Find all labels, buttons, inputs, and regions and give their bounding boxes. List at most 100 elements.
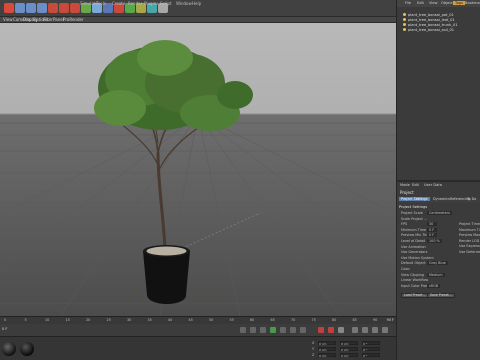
attributes-title: Project	[400, 190, 414, 195]
material-swatch-2[interactable]	[20, 342, 34, 356]
object-manager-tab-4[interactable]: Tags	[453, 1, 465, 5]
object-name: plant_tree_bonsai_soil_01	[408, 27, 455, 32]
timeline-end-readout: 90 F	[386, 318, 394, 322]
save-preset-button[interactable]: Save Preset...	[427, 293, 455, 298]
go-to-end-button[interactable]	[300, 327, 306, 333]
timeline-tick-label: 45	[188, 318, 193, 322]
attribute-value-field[interactable]: 0 F	[427, 227, 437, 232]
go-to-start-button[interactable]	[240, 327, 246, 333]
attribute-label: Scale Project ...	[401, 216, 428, 221]
toolbar-tool-icon[interactable]	[4, 3, 14, 13]
attributes-menu-1[interactable]: Edit	[412, 183, 419, 187]
toolbar-menu-6[interactable]: Window	[176, 1, 192, 6]
timeline-tick-label: 75	[311, 318, 316, 322]
object-manager-tabs: FileEditViewObjectsTagsBookmarks	[397, 0, 480, 7]
attribute-value-field[interactable]: sRGB	[427, 283, 441, 288]
attribute-value-field[interactable]: 30	[427, 222, 437, 227]
coord-values-field[interactable]: 0 cm	[318, 347, 336, 352]
timeline-tick-label: 15	[65, 318, 70, 322]
object-manager-tab-2[interactable]: View	[429, 1, 438, 5]
attribute-value-field[interactable]: Gray Blue	[427, 261, 448, 266]
material-swatch-1[interactable]	[2, 342, 16, 356]
toolbar-menu-2[interactable]: Create	[112, 1, 125, 6]
attributes-subtab-2[interactable]: Dynamics	[433, 197, 450, 201]
coord-size_values-field[interactable]: 0 cm	[340, 353, 358, 358]
attribute-label: Project Time	[459, 222, 480, 226]
attribute-label: Use Animation	[401, 244, 426, 249]
coord-rot_values-field[interactable]: 0 °	[362, 353, 380, 358]
toolbar-menu-7[interactable]: Help	[192, 1, 201, 6]
play-button[interactable]	[270, 327, 276, 333]
attribute-label: View Clipping	[401, 272, 424, 277]
coord-rot_values-field[interactable]: 0 °	[362, 341, 380, 346]
load-preset-button[interactable]: Load Preset...	[401, 293, 429, 298]
attribute-label: Color	[401, 267, 410, 271]
attribute-label: Use Generators	[401, 250, 428, 255]
scale-key-button[interactable]	[362, 327, 368, 333]
attributes-menu-2[interactable]: User Data	[424, 183, 442, 187]
timeline-tick-label: 30	[127, 318, 132, 322]
coord-axis-label: X	[312, 341, 315, 345]
object-manager-tab-1[interactable]: Edit	[417, 1, 424, 5]
toolbar-tool-icon[interactable]	[26, 3, 36, 13]
keyframe-selection-button[interactable]	[338, 327, 344, 333]
timeline-tick-label: 40	[168, 318, 173, 322]
coord-axis-label: Z	[312, 353, 315, 357]
coord-values-field[interactable]: 0 cm	[318, 341, 336, 346]
attribute-value-field[interactable]: Centimeters	[427, 211, 452, 215]
timeline-tick-label: 10	[45, 318, 50, 322]
viewport-menu-4[interactable]: Filter	[43, 17, 53, 22]
timeline-tick-label: 0	[4, 318, 7, 322]
object-type-icon	[403, 23, 406, 26]
toolbar-menu-1[interactable]: Tools	[96, 1, 106, 6]
app-window: Simulate Tools Create Render Plugins Script Wi…	[0, 0, 480, 360]
toolbar-tool-icon[interactable]	[48, 3, 58, 13]
attribute-label: Render LOD in Editor	[459, 238, 480, 243]
transport-bar: 0 F	[0, 324, 396, 336]
prev-frame-button[interactable]	[260, 327, 266, 333]
coord-size_values-field[interactable]: 0 cm	[340, 347, 358, 352]
autokey-button[interactable]	[328, 327, 334, 333]
toolbar-tool-icon[interactable]	[70, 3, 80, 13]
attributes-subtab-4[interactable]: To Do	[467, 197, 476, 201]
attribute-label: Project Scale	[401, 211, 423, 215]
object-name: plant_tree_bonsai_pot_01	[408, 12, 454, 17]
attribute-value-field[interactable]: Medium	[427, 272, 445, 277]
toolbar-tool-icon[interactable]	[37, 3, 47, 13]
attribute-label: Use Motion System	[401, 255, 434, 260]
coord-rot_values-field[interactable]: 0 °	[362, 347, 380, 352]
toolbar-menu-3[interactable]: Render	[128, 1, 142, 6]
attributes-menu-0[interactable]: Mode	[400, 183, 410, 187]
attribute-label: Minimum Time	[401, 227, 427, 232]
next-key-button[interactable]	[290, 327, 296, 333]
object-manager-tab-0[interactable]: File	[405, 1, 411, 5]
toolbar-tool-icon[interactable]	[59, 3, 69, 13]
attributes-menubar: Mode Edit User Data	[397, 183, 480, 189]
param-key-button[interactable]	[382, 327, 388, 333]
timeline-tick-label: 90	[373, 318, 378, 322]
perspective-viewport[interactable]	[0, 23, 396, 316]
viewport-menu-6[interactable]: ProRender	[63, 17, 84, 22]
toolbar-menu-5[interactable]: Script	[160, 1, 172, 6]
attribute-value-field[interactable]: 100 %	[427, 239, 442, 243]
position-key-button[interactable]	[352, 327, 358, 333]
attributes-subtab-1[interactable]: Info	[416, 197, 422, 201]
object-row[interactable]: plant_tree_bonsai_soil_01	[403, 27, 454, 32]
viewport-menu-0[interactable]: View	[3, 17, 13, 22]
object-manager-tab-5[interactable]: Bookmarks	[465, 1, 480, 5]
toolbar-menu-4[interactable]: Plugins	[144, 1, 158, 6]
coord-size_values-field[interactable]: 0 cm	[340, 341, 358, 346]
toolbar-tool-icon[interactable]	[15, 3, 25, 13]
attribute-value-field[interactable]: 0 F	[427, 233, 437, 238]
rotation-key-button[interactable]	[372, 327, 378, 333]
coord-axis-label: Y	[312, 347, 315, 351]
tree-canopy	[94, 40, 253, 131]
record-button[interactable]	[318, 327, 324, 333]
attributes-subtab-0[interactable]: Project Settings	[399, 197, 430, 201]
prev-key-button[interactable]	[250, 327, 256, 333]
timeline-tick-label: 60	[250, 318, 255, 322]
next-frame-button[interactable]	[280, 327, 286, 333]
attribute-label: FPS	[401, 222, 408, 227]
timeline-tick-label: 80	[332, 318, 337, 322]
coord-values-field[interactable]: 0 cm	[318, 353, 336, 358]
